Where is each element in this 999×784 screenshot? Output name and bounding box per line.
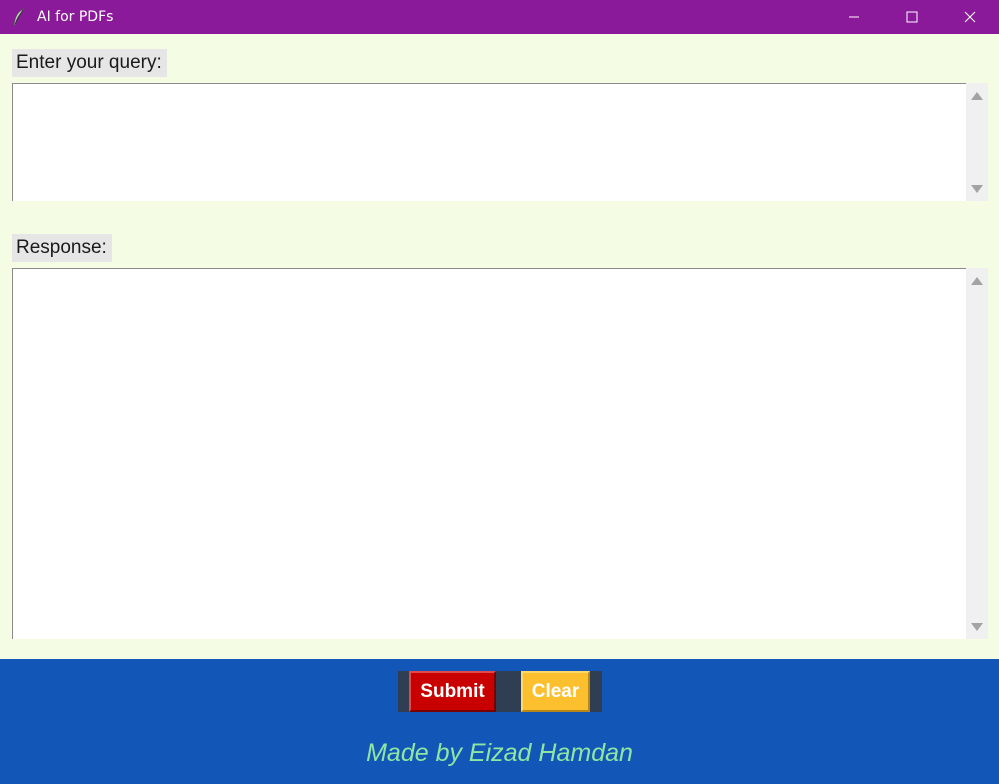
query-input[interactable] <box>13 84 966 201</box>
close-button[interactable] <box>941 0 999 34</box>
scroll-down-arrow-icon[interactable] <box>971 623 983 631</box>
close-icon <box>964 11 976 23</box>
response-output[interactable] <box>13 269 966 639</box>
response-scrollbar[interactable] <box>966 268 988 639</box>
window-title: AI for PDFs <box>37 9 114 25</box>
response-label: Response: <box>12 234 112 262</box>
maximize-button[interactable] <box>883 0 941 34</box>
response-text-area[interactable] <box>12 268 966 639</box>
scroll-up-arrow-icon[interactable] <box>971 277 983 285</box>
footer-panel: Submit Clear Made by Eizad Hamdan <box>0 659 999 784</box>
scroll-up-arrow-icon[interactable] <box>971 92 983 100</box>
minimize-button[interactable] <box>825 0 883 34</box>
scroll-down-arrow-icon[interactable] <box>971 185 983 193</box>
submit-button[interactable]: Submit <box>409 671 496 712</box>
app-window: AI for PDFs Enter your query: Response: <box>0 0 999 784</box>
query-scrollbar[interactable] <box>966 83 988 201</box>
feather-icon <box>12 8 26 26</box>
clear-button[interactable]: Clear <box>521 671 590 712</box>
minimize-icon <box>849 16 859 18</box>
maximize-icon <box>906 11 918 23</box>
title-bar[interactable]: AI for PDFs <box>0 0 999 34</box>
credit-text: Made by Eizad Hamdan <box>366 739 633 767</box>
query-text-area[interactable] <box>12 83 966 201</box>
query-label: Enter your query: <box>12 49 167 77</box>
button-bar: Submit Clear <box>398 671 602 712</box>
